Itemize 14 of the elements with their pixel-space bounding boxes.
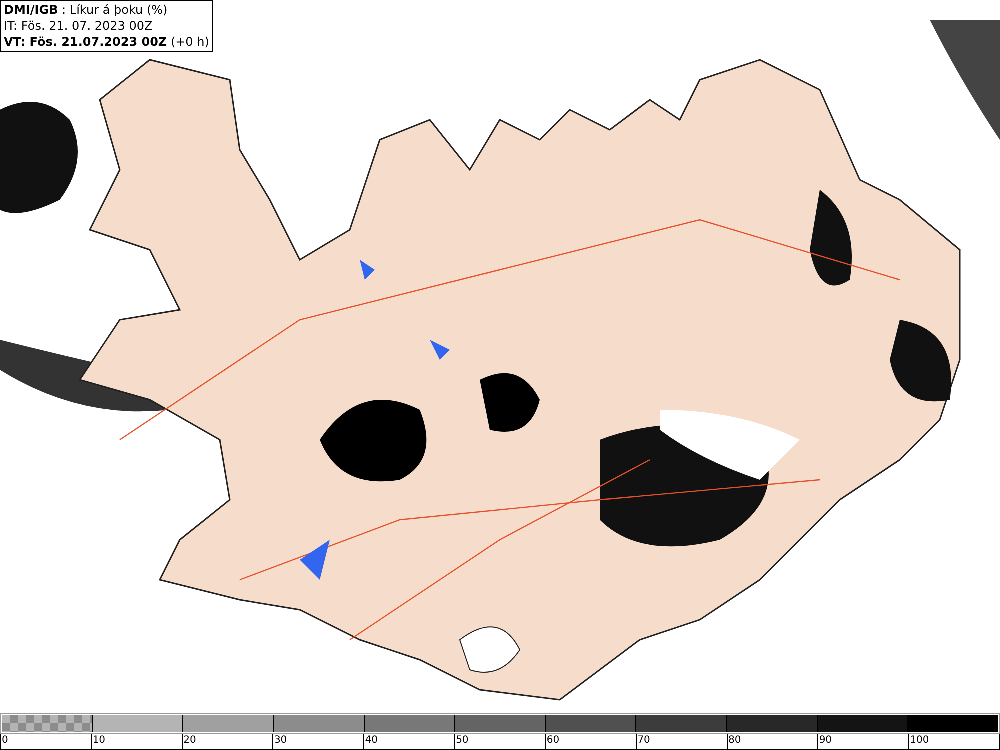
scale-label: 10 bbox=[92, 734, 106, 747]
scale-label: 80 bbox=[728, 734, 742, 747]
scale-label: 60 bbox=[546, 734, 560, 747]
scale-label: 70 bbox=[636, 734, 650, 747]
title-line: VT: Fös. 21.07.2023 00Z (+0 h) bbox=[4, 34, 210, 50]
title-line: IT: Fös. 21. 07. 2023 00Z bbox=[4, 18, 154, 34]
scale-label: 20 bbox=[182, 734, 196, 747]
title-line: DMI/IGB : Líkur á þoku (%) bbox=[4, 2, 169, 18]
scale-label: 100 bbox=[909, 734, 930, 747]
scale-label: 50 bbox=[455, 734, 469, 747]
scale-label: 30 bbox=[273, 734, 288, 747]
scale-label: 90 bbox=[818, 734, 832, 747]
scale-label: 40 bbox=[364, 734, 378, 747]
scale-label: 0 bbox=[1, 734, 8, 747]
